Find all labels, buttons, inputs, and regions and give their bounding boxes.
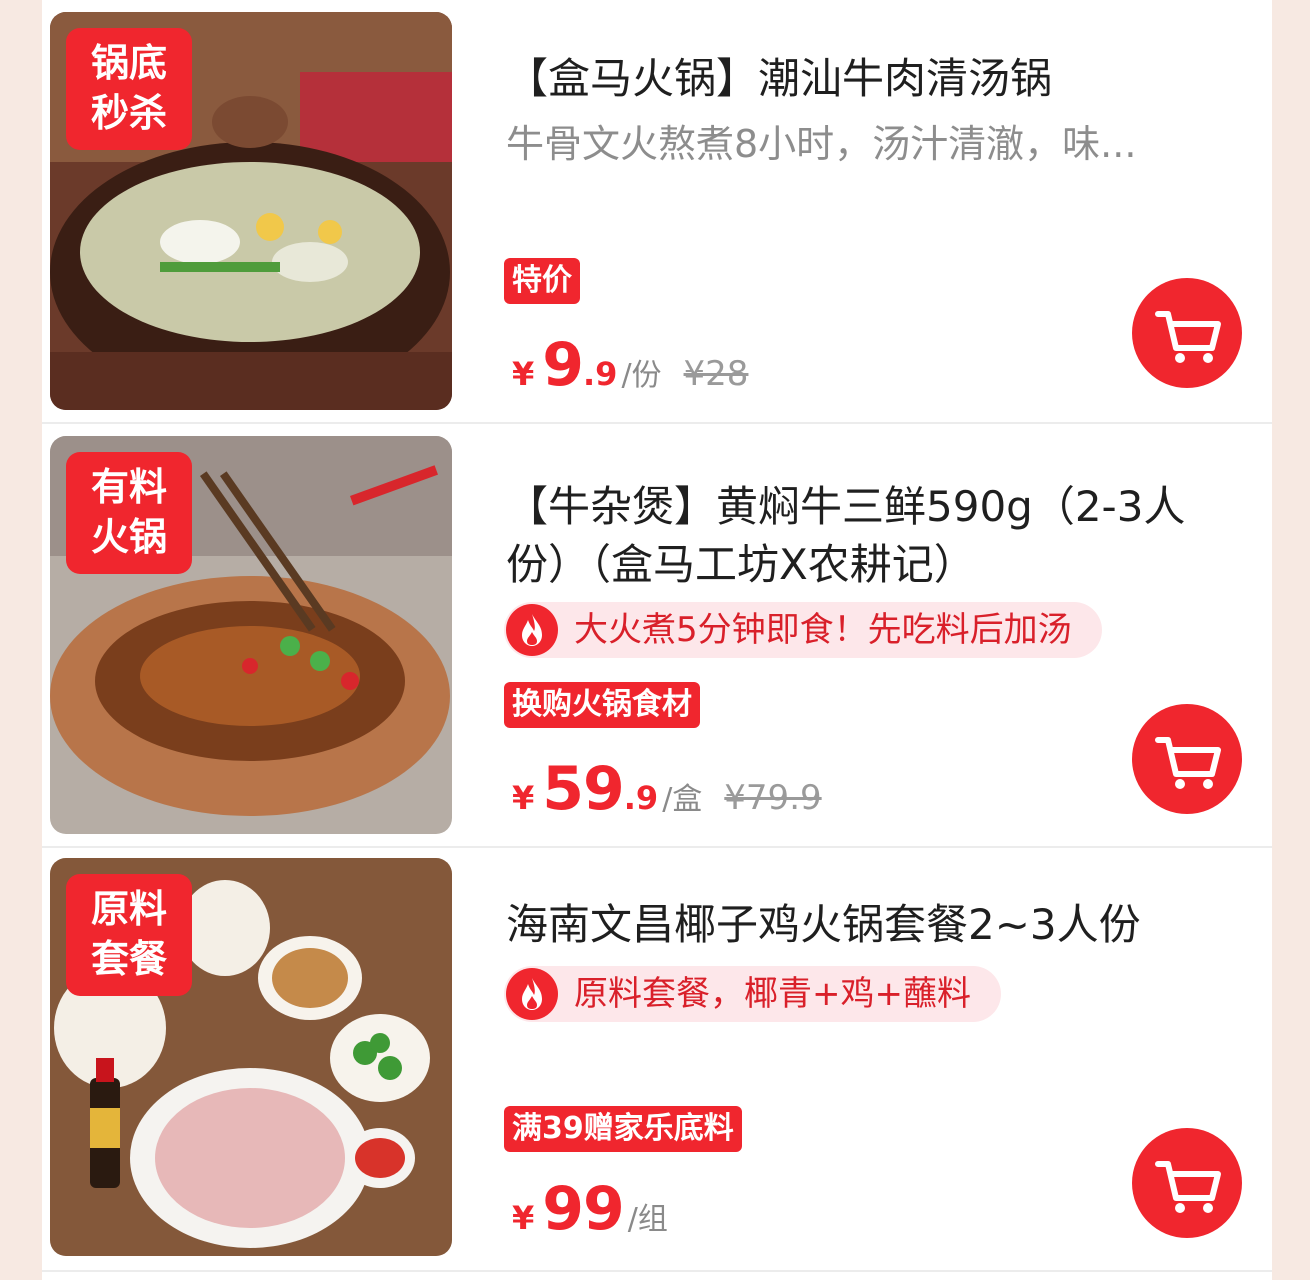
flame-icon: [506, 968, 558, 1020]
category-badge: 锅底 秒杀: [66, 28, 192, 150]
promo-badge: 满39赠家乐底料: [504, 1106, 742, 1152]
product-image[interactable]: 锅底 秒杀: [50, 12, 452, 410]
currency-symbol: ¥: [512, 355, 535, 393]
category-badge: 原料 套餐: [66, 874, 192, 996]
product-card[interactable]: 有料 火锅 【牛杂煲】黄焖牛三鲜590g（2-3人份）（盒马工坊X农耕记） 大火…: [42, 424, 1272, 846]
price-decimal: .9: [623, 779, 659, 817]
hint-text: 原料套餐，椰青+鸡+蘸料: [574, 974, 971, 1014]
hint-text: 大火煮5分钟即食！先吃料后加汤: [574, 610, 1072, 650]
price-integer: 59: [542, 754, 624, 824]
price-row: ¥ 99 /组: [512, 1174, 668, 1244]
price-row: ¥ 59 .9 /盒 ¥79.9: [512, 754, 822, 824]
product-card[interactable]: 原料 套餐 海南文昌椰子鸡火锅套餐2~3人份 原料套餐，椰青+鸡+蘸料 满39赠…: [42, 848, 1272, 1268]
price-row: ¥ 9 .9 /份 ¥28: [512, 330, 748, 400]
product-image[interactable]: 有料 火锅: [50, 436, 452, 834]
category-badge: 有料 火锅: [66, 452, 192, 574]
currency-symbol: ¥: [512, 779, 535, 817]
product-title[interactable]: 海南文昌椰子鸡火锅套餐2~3人份: [506, 896, 1246, 954]
original-price: ¥79.9: [724, 778, 822, 818]
shopping-cart-icon: [1155, 737, 1221, 789]
badge-line-1: 原料: [90, 887, 167, 931]
add-to-cart-button[interactable]: [1132, 278, 1242, 388]
promo-badge: 换购火锅食材: [504, 682, 700, 728]
price-integer: 9: [542, 330, 584, 400]
shopping-cart-icon: [1155, 311, 1221, 363]
add-to-cart-button[interactable]: [1132, 1128, 1242, 1238]
price-unit: /份: [621, 358, 662, 393]
product-subtitle: 牛骨文火熬煮8小时，汤汁清澈，味...: [506, 122, 1137, 166]
badge-line-2: 秒杀: [90, 91, 167, 135]
badge-line-2: 套餐: [90, 937, 167, 981]
product-title[interactable]: 【牛杂煲】黄焖牛三鲜590g（2-3人份）（盒马工坊X农耕记）: [506, 478, 1246, 594]
badge-line-1: 锅底: [90, 41, 167, 85]
promo-badge: 特价: [504, 258, 580, 304]
price-unit: /组: [627, 1202, 668, 1237]
feature-hint: 大火煮5分钟即食！先吃料后加汤: [504, 602, 1102, 658]
price-decimal: .9: [583, 355, 618, 393]
original-price: ¥28: [683, 354, 749, 394]
badge-line-1: 有料: [90, 465, 167, 509]
feature-hint: 原料套餐，椰青+鸡+蘸料: [504, 966, 1001, 1022]
add-to-cart-button[interactable]: [1132, 704, 1242, 814]
product-card[interactable]: 锅底 秒杀 【盒马火锅】潮汕牛肉清汤锅 牛骨文火熬煮8小时，汤汁清澈，味... …: [42, 0, 1272, 420]
product-title[interactable]: 【盒马火锅】潮汕牛肉清汤锅: [506, 50, 1246, 108]
product-image[interactable]: 原料 套餐: [50, 858, 452, 1256]
flame-icon: [506, 604, 558, 656]
price-integer: 99: [542, 1174, 624, 1244]
badge-line-2: 火锅: [90, 515, 167, 559]
currency-symbol: ¥: [512, 1199, 535, 1237]
price-unit: /盒: [662, 782, 703, 817]
shopping-cart-icon: [1155, 1161, 1221, 1213]
row-divider: [42, 1270, 1272, 1272]
